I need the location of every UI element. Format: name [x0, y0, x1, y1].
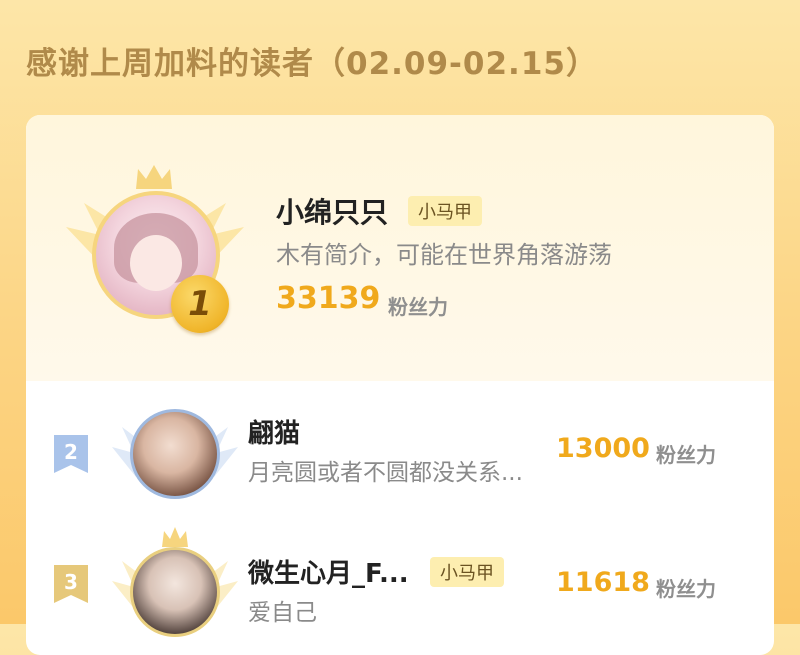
top-reader-section[interactable]: 1 小绵只只 小马甲 木有简介，可能在世界角落游荡 33139 粉丝力 [26, 115, 774, 381]
reader-tag: 小马甲 [408, 196, 482, 226]
list-item[interactable]: 2 翩猫 月亮圆或者不圆都没关系... 13000 粉丝力 [26, 381, 774, 499]
avatar[interactable] [130, 409, 220, 499]
reader-name[interactable]: 翩猫 [248, 413, 300, 450]
leaderboard-card: 1 小绵只只 小马甲 木有简介，可能在世界角落游荡 33139 粉丝力 2 翩猫… [26, 115, 774, 655]
score-unit: 粉丝力 [656, 443, 716, 467]
reader-tag: 小马甲 [430, 557, 504, 587]
rank-medal: 1 [171, 275, 229, 333]
reader-bio: 木有简介，可能在世界角落游荡 [276, 241, 612, 269]
crown-icon [136, 165, 172, 189]
reader-score: 33139 [276, 281, 381, 316]
score-unit: 粉丝力 [388, 295, 448, 319]
reader-bio: 爱自己 [248, 600, 317, 626]
reader-score: 13000 [556, 433, 650, 464]
score-unit: 粉丝力 [656, 577, 716, 601]
rank-badge: 3 [54, 565, 88, 603]
reader-name[interactable]: 微生心月_F... [248, 553, 409, 590]
rank-badge: 2 [54, 435, 88, 473]
reader-bio: 月亮圆或者不圆都没关系... [248, 460, 523, 486]
page-title: 感谢上周加料的读者（02.09-02.15） [26, 46, 598, 82]
list-item[interactable]: 3 微生心月_F... 小马甲 爱自己 11618 粉丝力 [26, 515, 774, 637]
reader-name[interactable]: 小绵只只 [276, 191, 388, 231]
reader-score: 11618 [556, 567, 650, 598]
